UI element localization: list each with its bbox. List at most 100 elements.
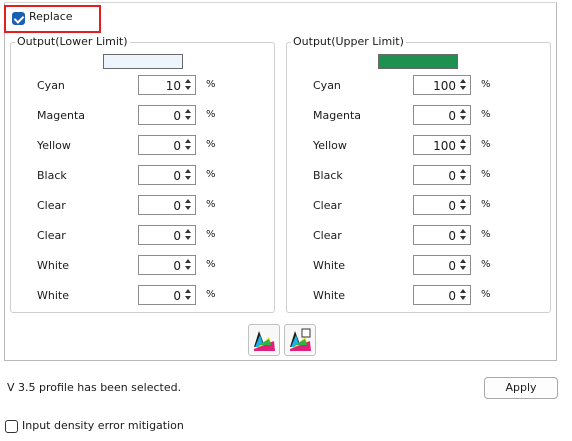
value-field[interactable]: 100 (433, 139, 456, 153)
lower-row: Clear 0% (11, 195, 274, 217)
upper-limit-title: Output(Upper Limit) (291, 35, 406, 48)
decrement-icon[interactable] (183, 265, 194, 273)
lower-row: White 0% (11, 255, 274, 277)
value-field[interactable]: 100 (433, 79, 456, 93)
decrement-icon[interactable] (458, 115, 469, 123)
panel-divider (4, 2, 555, 3)
value-spinbox[interactable]: 0 (413, 255, 471, 275)
palette-button[interactable] (248, 324, 280, 356)
increment-icon[interactable] (458, 227, 469, 235)
increment-icon[interactable] (458, 257, 469, 265)
mitigation-checkbox[interactable] (5, 420, 18, 433)
increment-icon[interactable] (183, 137, 194, 145)
percent-label: % (481, 109, 491, 120)
decrement-icon[interactable] (458, 145, 469, 153)
value-spinbox[interactable]: 0 (138, 255, 196, 275)
decrement-icon[interactable] (183, 235, 194, 243)
increment-icon[interactable] (458, 107, 469, 115)
value-field[interactable]: 0 (448, 169, 456, 183)
replace-checkbox[interactable] (12, 12, 25, 25)
decrement-icon[interactable] (183, 145, 194, 153)
decrement-icon[interactable] (183, 115, 194, 123)
mitigation-label[interactable]: Input density error mitigation (22, 419, 184, 432)
percent-label: % (481, 259, 491, 270)
channel-label: Cyan (37, 79, 65, 92)
value-spinbox[interactable]: 0 (413, 195, 471, 215)
percent-label: % (206, 199, 216, 210)
increment-icon[interactable] (183, 287, 194, 295)
increment-icon[interactable] (183, 257, 194, 265)
percent-label: % (206, 259, 216, 270)
value-field[interactable]: 0 (173, 259, 181, 273)
value-spinbox[interactable]: 0 (138, 195, 196, 215)
value-spinbox[interactable]: 0 (138, 225, 196, 245)
value-spinbox[interactable]: 0 (413, 105, 471, 125)
value-spinbox[interactable]: 0 (413, 225, 471, 245)
decrement-icon[interactable] (458, 235, 469, 243)
channel-label: Yellow (313, 139, 347, 152)
channel-label: Yellow (37, 139, 71, 152)
value-spinbox[interactable]: 0 (138, 165, 196, 185)
decrement-icon[interactable] (458, 295, 469, 303)
lower-row: Clear 0% (11, 225, 274, 247)
upper-row: Magenta 0% (287, 105, 550, 127)
decrement-icon[interactable] (458, 175, 469, 183)
replace-label[interactable]: Replace (29, 10, 73, 23)
value-field[interactable]: 10 (166, 79, 181, 93)
value-field[interactable]: 0 (448, 229, 456, 243)
value-spinbox[interactable]: 10 (138, 75, 196, 95)
decrement-icon[interactable] (458, 85, 469, 93)
percent-label: % (206, 109, 216, 120)
value-field[interactable]: 0 (173, 229, 181, 243)
increment-icon[interactable] (183, 167, 194, 175)
increment-icon[interactable] (458, 137, 469, 145)
percent-label: % (481, 289, 491, 300)
value-field[interactable]: 0 (448, 259, 456, 273)
lower-row: Black 0% (11, 165, 274, 187)
value-field[interactable]: 0 (173, 139, 181, 153)
value-field[interactable]: 0 (448, 109, 456, 123)
value-spinbox[interactable]: 0 (138, 285, 196, 305)
lower-row: Yellow 0% (11, 135, 274, 157)
value-field[interactable]: 0 (448, 289, 456, 303)
increment-icon[interactable] (183, 197, 194, 205)
value-field[interactable]: 0 (173, 199, 181, 213)
value-spinbox[interactable]: 0 (138, 105, 196, 125)
increment-icon[interactable] (458, 77, 469, 85)
value-spinbox[interactable]: 0 (413, 285, 471, 305)
lower-row: White 0% (11, 285, 274, 307)
channel-label: White (313, 259, 345, 272)
value-field[interactable]: 0 (448, 199, 456, 213)
decrement-icon[interactable] (183, 205, 194, 213)
increment-icon[interactable] (458, 167, 469, 175)
channel-label: Clear (313, 229, 342, 242)
increment-icon[interactable] (183, 107, 194, 115)
value-spinbox[interactable]: 0 (138, 135, 196, 155)
channel-label: Black (37, 169, 67, 182)
decrement-icon[interactable] (183, 85, 194, 93)
percent-label: % (206, 79, 216, 90)
percent-label: % (206, 229, 216, 240)
increment-icon[interactable] (458, 287, 469, 295)
value-spinbox[interactable]: 100 (413, 135, 471, 155)
decrement-icon[interactable] (458, 205, 469, 213)
increment-icon[interactable] (183, 77, 194, 85)
apply-button[interactable]: Apply (484, 377, 558, 399)
lower-limit-color-swatch[interactable] (103, 54, 183, 69)
value-field[interactable]: 0 (173, 169, 181, 183)
value-field[interactable]: 0 (173, 109, 181, 123)
decrement-icon[interactable] (458, 265, 469, 273)
increment-icon[interactable] (183, 227, 194, 235)
value-spinbox[interactable]: 0 (413, 165, 471, 185)
increment-icon[interactable] (458, 197, 469, 205)
status-text: V 3.5 profile has been selected. (7, 381, 182, 394)
lower-row: Cyan 10% (11, 75, 274, 97)
decrement-icon[interactable] (183, 175, 194, 183)
upper-limit-color-swatch[interactable] (378, 54, 458, 69)
upper-row: White 0% (287, 255, 550, 277)
value-spinbox[interactable]: 100 (413, 75, 471, 95)
channel-label: White (37, 289, 69, 302)
decrement-icon[interactable] (183, 295, 194, 303)
value-field[interactable]: 0 (173, 289, 181, 303)
palette-pick-button[interactable] (284, 324, 316, 356)
